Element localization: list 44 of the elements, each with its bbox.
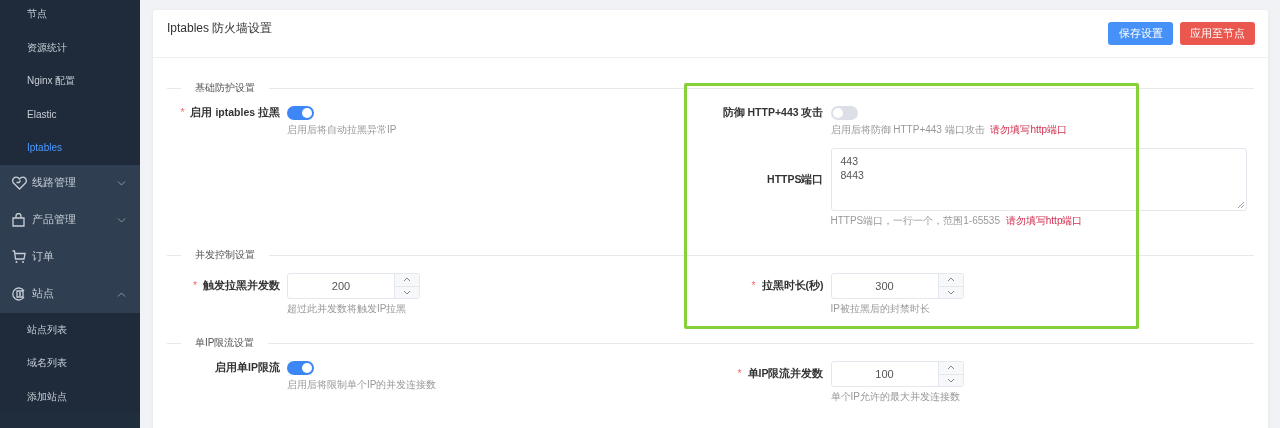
menu-group[interactable]: 站点 [0,275,140,313]
resize-grip-icon[interactable] [1236,201,1244,208]
help-text: 超过此并发数将触发IP拉黑 [287,303,407,314]
site-icon [12,287,26,301]
help-text: 单个IP允许的最大并发连接数 [830,391,960,402]
menu-group-label: 线路管理 [32,176,77,190]
required-mark: * [751,279,756,291]
menu-group-label: 站点 [32,287,55,301]
warning-text: 请勿填写http端口 [1005,215,1083,226]
field-label: 防御 HTTP+443 攻击 [722,106,824,118]
cart-icon [12,250,26,264]
apply-button[interactable]: 应用至节点 [1180,22,1255,45]
toggle-switch[interactable] [830,106,858,120]
field-label: 单IP限流并发数 [747,367,824,379]
section-title: 并发控制设置 [194,248,256,262]
help-text: 启用后将限制单个IP的并发连接数 [287,379,437,390]
page-title: Iptables 防火墙设置 [167,20,273,37]
menu-group-label: 产品管理 [32,213,77,227]
field-label: 启用 iptables 拉黑 [190,106,280,118]
required-mark: * [180,106,185,118]
text-area[interactable]: 443 8443 [830,148,1247,211]
warning-text: 请勿填写http端口 [990,124,1068,135]
help-text: 启用后将自动拉黑异常IP [287,124,397,135]
field-label: 拉黑时长(秒) [761,279,824,291]
toggle-switch[interactable] [287,106,314,120]
menu-group[interactable]: 产品管理 [0,201,140,239]
toggle-switch[interactable] [287,361,314,375]
field-label: HTTPS端口 [767,172,824,185]
required-mark: * [737,367,742,379]
menu-group[interactable]: 订单 [0,238,140,276]
required-mark: * [193,279,198,291]
number-input[interactable]: 100 [830,361,964,387]
field-label: 启用单IP限流 [215,361,280,373]
section-title: 基础防护设置 [194,81,256,95]
field-label: 触发拉黑并发数 [203,279,280,291]
section-title: 单IP限流设置 [194,336,256,350]
menu-group-label: 订单 [32,250,55,264]
number-input[interactable]: 200 [287,273,420,299]
menu-group[interactable]: 线路管理 [0,164,140,202]
help-text: IP被拉黑后的封禁时长 [830,303,930,314]
bag-icon [12,213,25,227]
heart-icon [12,176,27,190]
help-text: 启用后将防御 HTTP+443 端口攻击 [830,124,985,135]
number-input[interactable]: 300 [830,273,964,299]
